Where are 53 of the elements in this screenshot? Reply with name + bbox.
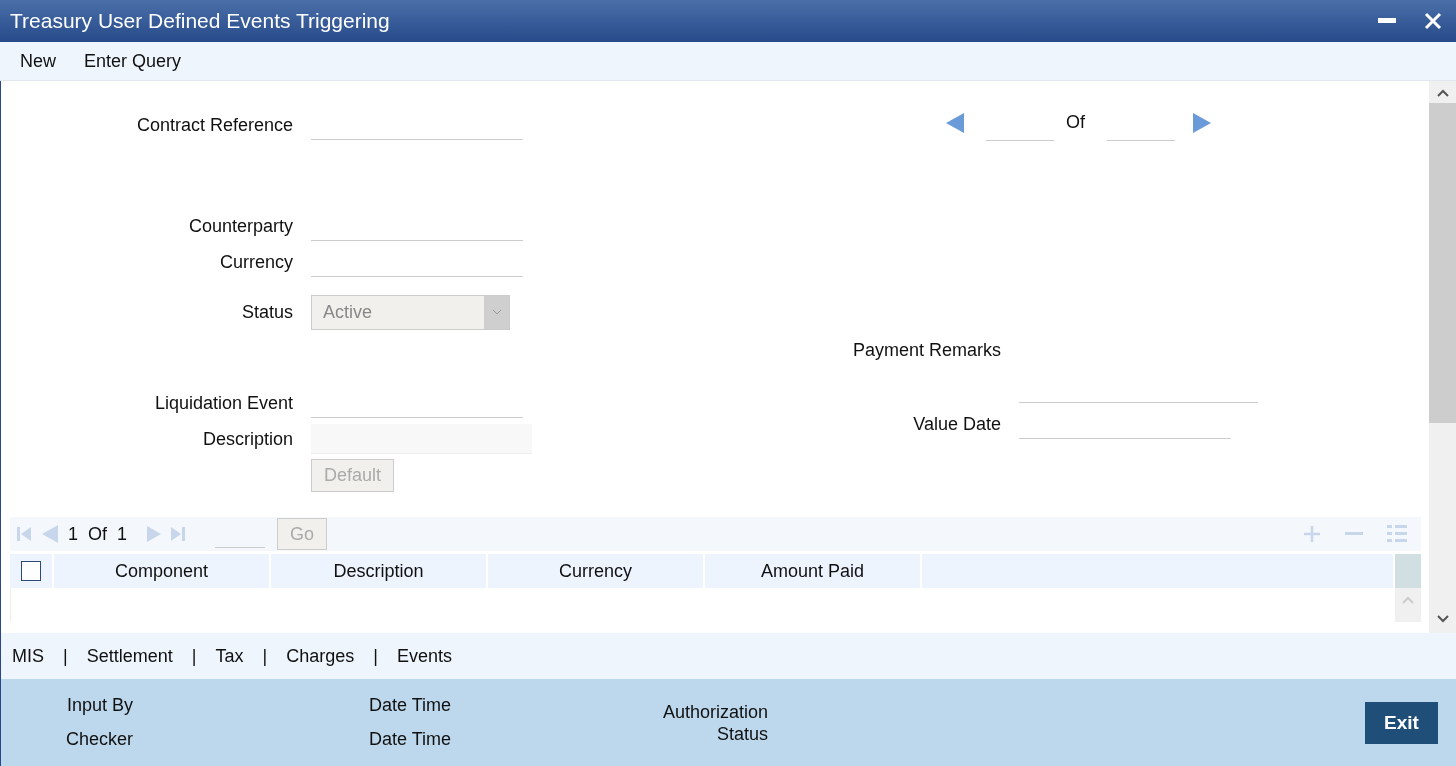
field-label: Currency [218, 252, 294, 274]
field-label: Status [240, 301, 294, 323]
next-page-icon[interactable] [147, 526, 162, 542]
window-title: Treasury User Defined Events Triggering [10, 9, 390, 33]
field-label: Payment Remarks [851, 340, 1002, 362]
field-label: Counterparty [187, 216, 294, 238]
toolbar-button[interactable]: New [10, 48, 66, 74]
footer-label: Date Time [369, 695, 452, 716]
add-icon[interactable] [1303, 525, 1321, 543]
toolbar-button[interactable]: Enter Query [74, 48, 192, 74]
next-icon[interactable] [1193, 113, 1211, 133]
column-header: Component [54, 554, 269, 588]
column-header: Currency [488, 554, 703, 588]
scrollbar-thumb[interactable] [1429, 103, 1456, 423]
of-label: Of [1066, 112, 1085, 134]
page-number: 1 [68, 523, 78, 545]
tab-link[interactable]: Tax [215, 645, 244, 667]
page-total: 1 [117, 523, 128, 545]
first-page-icon[interactable] [16, 526, 32, 542]
separator: | [191, 645, 197, 667]
scroll-down-icon[interactable] [1436, 615, 1449, 623]
previous-page-icon[interactable] [42, 525, 58, 543]
scroll-up-icon[interactable] [1436, 89, 1449, 97]
remove-icon[interactable] [1345, 532, 1363, 536]
footer-label: Checker [65, 729, 133, 750]
field-label: Description [201, 429, 294, 451]
page-of-label: Of [88, 523, 108, 545]
select-all-checkbox[interactable] [21, 561, 41, 581]
scrollbar[interactable] [1429, 81, 1456, 633]
separator: | [262, 645, 268, 667]
field-label: Value Date [912, 414, 1002, 436]
field-label: Liquidation Event [153, 393, 294, 415]
scrollbar-thumb[interactable] [1395, 554, 1421, 588]
previous-icon[interactable] [946, 113, 964, 133]
chevron-down-icon [491, 309, 502, 315]
tab-link[interactable]: Events [396, 645, 452, 667]
column-header: Amount Paid [705, 554, 920, 588]
tab-link[interactable]: Charges [286, 645, 355, 667]
footer-label: Date Time [369, 729, 452, 750]
tab-link[interactable]: Settlement [86, 645, 173, 667]
column-header: Description [271, 554, 486, 588]
scrollbar[interactable] [1395, 588, 1421, 622]
last-page-icon[interactable] [171, 527, 186, 541]
field-label: Contract Reference [135, 115, 294, 137]
separator: | [373, 645, 378, 667]
footer-label: Input By [66, 695, 133, 716]
list-icon[interactable] [1387, 525, 1407, 543]
tab-link[interactable]: MIS [12, 645, 44, 667]
footer-label: Authorization Status [663, 700, 769, 745]
close-icon[interactable] [1424, 12, 1442, 30]
separator: | [63, 645, 68, 667]
minimize-icon[interactable] [1378, 18, 1396, 24]
exit-button[interactable]: Exit [1365, 701, 1438, 744]
